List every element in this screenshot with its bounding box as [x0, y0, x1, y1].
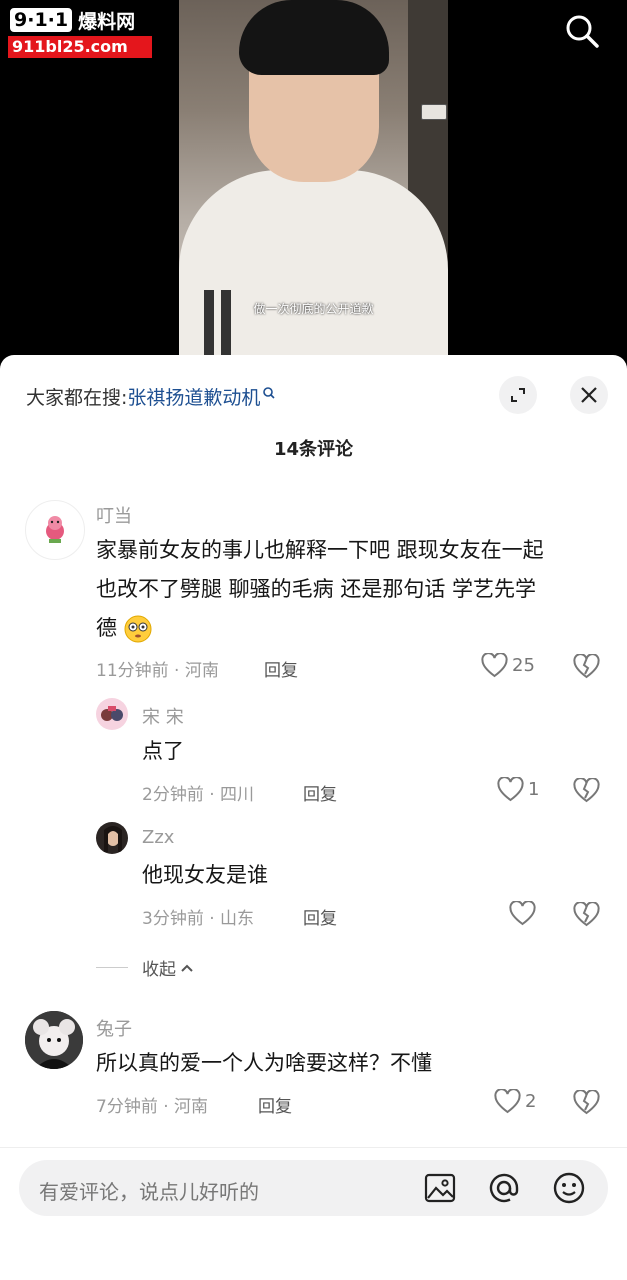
- comment-meta: 2分钟前 · 四川: [142, 785, 255, 805]
- avatar[interactable]: [25, 1011, 83, 1069]
- comment-meta: 11分钟前 · 河南: [96, 661, 219, 681]
- at-icon: [489, 1173, 519, 1203]
- heart-icon: [509, 901, 536, 926]
- search-hint-prefix: 大家都在搜:: [26, 387, 128, 409]
- search-hint: 大家都在搜: 张祺扬道歉动机: [26, 383, 276, 410]
- search-icon: [566, 15, 599, 48]
- comment-meta: 7分钟前 · 河南: [96, 1097, 209, 1117]
- watermark-logo: 9·1·1 爆料网 911bl25.com: [8, 6, 154, 58]
- comment-username[interactable]: 兔子: [96, 1015, 132, 1041]
- video-subtitle: 做一次彻底的公开道歉: [253, 302, 374, 316]
- avatar[interactable]: [96, 822, 128, 854]
- image-button[interactable]: [423, 1171, 457, 1205]
- emoji-button[interactable]: [552, 1171, 586, 1205]
- close-button[interactable]: [570, 376, 608, 414]
- search-hint-link[interactable]: 张祺扬道歉动机: [127, 383, 260, 410]
- chevron-up-icon: [181, 964, 193, 972]
- expand-icon: [511, 388, 525, 402]
- heart-icon: [481, 653, 508, 678]
- like-button[interactable]: 1: [497, 777, 539, 802]
- like-button[interactable]: [509, 901, 536, 926]
- comment-text: 所以真的爱一个人为啥要这样？不懂: [96, 1051, 432, 1075]
- avatar[interactable]: [96, 698, 128, 730]
- comment-username[interactable]: 宋 宋: [142, 703, 184, 729]
- comment-input[interactable]: 有爱评论，说点儿好听的: [19, 1160, 608, 1216]
- search-button[interactable]: [562, 12, 602, 52]
- dislike-button[interactable]: [573, 653, 600, 683]
- like-button[interactable]: 25: [481, 653, 535, 678]
- comment-text: 点了: [142, 739, 184, 763]
- watermark-url: 911bl25.com: [8, 36, 152, 58]
- comment-count: 14条评论: [273, 439, 354, 460]
- broken-heart-icon: [573, 1089, 600, 1115]
- broken-heart-icon: [573, 901, 600, 927]
- comment-text-line: 德: [96, 616, 117, 640]
- expand-button[interactable]: [499, 376, 537, 414]
- comment-meta: 3分钟前 · 山东: [142, 909, 255, 929]
- comment-text-line: 家暴前女友的事儿也解释一下吧 跟现女友在一起: [96, 538, 544, 562]
- emoji-icon: [553, 1172, 585, 1204]
- avatar-image: [101, 706, 123, 721]
- dislike-button[interactable]: [573, 1089, 600, 1119]
- like-count: 25: [512, 655, 535, 676]
- wall-switch: [421, 104, 447, 120]
- reply-button[interactable]: 回复: [264, 656, 298, 681]
- like-count: 2: [525, 1091, 537, 1112]
- heart-icon: [497, 777, 524, 802]
- broken-heart-icon: [573, 777, 600, 803]
- like-count: 1: [528, 779, 540, 800]
- image-icon: [424, 1173, 456, 1203]
- reply-button[interactable]: 回复: [258, 1092, 292, 1117]
- avatar-image: [46, 516, 64, 543]
- dislike-button[interactable]: [573, 777, 600, 807]
- broken-heart-icon: [573, 653, 600, 679]
- flushed-emoji-icon: [124, 615, 152, 643]
- close-icon: [581, 387, 597, 403]
- avatar[interactable]: [25, 500, 85, 560]
- like-button[interactable]: 2: [494, 1089, 536, 1114]
- comment-sheet: 大家都在搜: 张祺扬道歉动机 14条评论 叮当 家暴前女友的事儿也解释一下吧 跟…: [0, 355, 627, 1280]
- comment-username[interactable]: 叮当: [96, 502, 132, 528]
- comment-text-line: 也改不了劈腿 聊骚的毛病 还是那句话 学艺先学: [96, 577, 537, 601]
- reply-button[interactable]: 回复: [303, 904, 337, 929]
- avatar-image: [104, 826, 122, 852]
- watermark-brand-short: 9·1·1: [8, 6, 75, 34]
- collapse-label: 收起: [142, 960, 176, 980]
- video-person-sweater: [179, 170, 448, 370]
- comment-username[interactable]: Zzx: [142, 827, 174, 848]
- dislike-button[interactable]: [573, 901, 600, 931]
- video-person-hair: [239, 0, 389, 75]
- input-divider: [0, 1147, 627, 1148]
- collapse-divider: [96, 967, 128, 968]
- mention-button[interactable]: [487, 1171, 521, 1205]
- watermark-brand-cn: 爆料网: [78, 10, 136, 33]
- collapse-replies-button[interactable]: 收起: [96, 955, 194, 980]
- comment-input-placeholder: 有爱评论，说点儿好听的: [39, 1180, 259, 1204]
- search-icon: [263, 386, 275, 399]
- heart-icon: [494, 1089, 521, 1114]
- reply-button[interactable]: 回复: [303, 780, 337, 805]
- avatar-image: [25, 1011, 83, 1069]
- comment-text: 他现女友是谁: [142, 863, 268, 887]
